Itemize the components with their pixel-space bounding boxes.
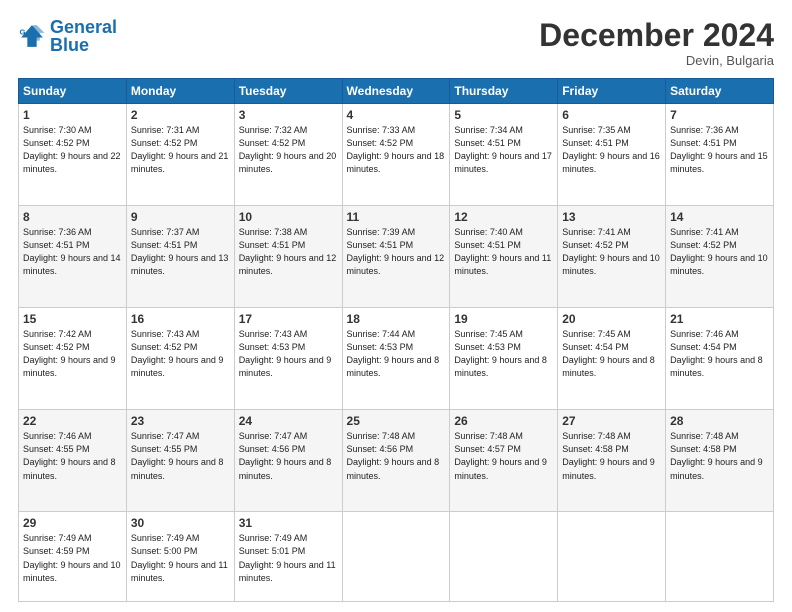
day-cell-31: 31 Sunrise: 7:49 AMSunset: 5:01 PMDaylig… [234,512,342,602]
general-blue-logo-icon: G [18,22,46,50]
day-cell-26: 26 Sunrise: 7:48 AMSunset: 4:57 PMDaylig… [450,410,558,512]
col-thursday: Thursday [450,79,558,104]
col-saturday: Saturday [666,79,774,104]
day-cell-23: 23 Sunrise: 7:47 AMSunset: 4:55 PMDaylig… [126,410,234,512]
col-tuesday: Tuesday [234,79,342,104]
day-cell-12: 12 Sunrise: 7:40 AMSunset: 4:51 PMDaylig… [450,206,558,308]
day-cell-18: 18 Sunrise: 7:44 AMSunset: 4:53 PMDaylig… [342,308,450,410]
empty-cell-1 [342,512,450,602]
day-cell-30: 30 Sunrise: 7:49 AMSunset: 5:00 PMDaylig… [126,512,234,602]
header: G General Blue December 2024 Devin, Bulg… [18,18,774,68]
day-cell-28: 28 Sunrise: 7:48 AMSunset: 4:58 PMDaylig… [666,410,774,512]
empty-cell-2 [450,512,558,602]
logo-general: General [50,17,117,37]
col-wednesday: Wednesday [342,79,450,104]
day-cell-14: 14 Sunrise: 7:41 AMSunset: 4:52 PMDaylig… [666,206,774,308]
week-row-1: 1 Sunrise: 7:30 AMSunset: 4:52 PMDayligh… [19,104,774,206]
col-sunday: Sunday [19,79,127,104]
week-row-2: 8 Sunrise: 7:36 AMSunset: 4:51 PMDayligh… [19,206,774,308]
week-row-5: 29 Sunrise: 7:49 AMSunset: 4:59 PMDaylig… [19,512,774,602]
day-cell-7: 7 Sunrise: 7:36 AMSunset: 4:51 PMDayligh… [666,104,774,206]
page: G General Blue December 2024 Devin, Bulg… [0,0,792,612]
empty-cell-4 [666,512,774,602]
day-cell-13: 13 Sunrise: 7:41 AMSunset: 4:52 PMDaylig… [558,206,666,308]
col-friday: Friday [558,79,666,104]
title-block: December 2024 Devin, Bulgaria [539,18,774,68]
day-cell-3: 3 Sunrise: 7:32 AMSunset: 4:52 PMDayligh… [234,104,342,206]
day-cell-8: 8 Sunrise: 7:36 AMSunset: 4:51 PMDayligh… [19,206,127,308]
day-cell-25: 25 Sunrise: 7:48 AMSunset: 4:56 PMDaylig… [342,410,450,512]
day-cell-21: 21 Sunrise: 7:46 AMSunset: 4:54 PMDaylig… [666,308,774,410]
logo: G General Blue [18,18,117,54]
calendar-table: Sunday Monday Tuesday Wednesday Thursday… [18,78,774,602]
week-row-3: 15 Sunrise: 7:42 AMSunset: 4:52 PMDaylig… [19,308,774,410]
day-cell-22: 22 Sunrise: 7:46 AMSunset: 4:55 PMDaylig… [19,410,127,512]
empty-cell-3 [558,512,666,602]
day-cell-9: 9 Sunrise: 7:37 AMSunset: 4:51 PMDayligh… [126,206,234,308]
day-cell-5: 5 Sunrise: 7:34 AMSunset: 4:51 PMDayligh… [450,104,558,206]
day-cell-15: 15 Sunrise: 7:42 AMSunset: 4:52 PMDaylig… [19,308,127,410]
day-cell-27: 27 Sunrise: 7:48 AMSunset: 4:58 PMDaylig… [558,410,666,512]
day-cell-6: 6 Sunrise: 7:35 AMSunset: 4:51 PMDayligh… [558,104,666,206]
svg-text:G: G [20,27,26,36]
day-cell-17: 17 Sunrise: 7:43 AMSunset: 4:53 PMDaylig… [234,308,342,410]
logo-blue: Blue [50,35,89,55]
week-row-4: 22 Sunrise: 7:46 AMSunset: 4:55 PMDaylig… [19,410,774,512]
day-cell-16: 16 Sunrise: 7:43 AMSunset: 4:52 PMDaylig… [126,308,234,410]
logo-text: General Blue [50,18,117,54]
col-monday: Monday [126,79,234,104]
day-cell-10: 10 Sunrise: 7:38 AMSunset: 4:51 PMDaylig… [234,206,342,308]
day-cell-29: 29 Sunrise: 7:49 AMSunset: 4:59 PMDaylig… [19,512,127,602]
month-title: December 2024 [539,18,774,53]
location: Devin, Bulgaria [539,53,774,68]
day-cell-4: 4 Sunrise: 7:33 AMSunset: 4:52 PMDayligh… [342,104,450,206]
day-cell-24: 24 Sunrise: 7:47 AMSunset: 4:56 PMDaylig… [234,410,342,512]
day-cell-20: 20 Sunrise: 7:45 AMSunset: 4:54 PMDaylig… [558,308,666,410]
day-cell-19: 19 Sunrise: 7:45 AMSunset: 4:53 PMDaylig… [450,308,558,410]
day-cell-2: 2 Sunrise: 7:31 AMSunset: 4:52 PMDayligh… [126,104,234,206]
calendar-header-row: Sunday Monday Tuesday Wednesday Thursday… [19,79,774,104]
day-cell-1: 1 Sunrise: 7:30 AMSunset: 4:52 PMDayligh… [19,104,127,206]
day-cell-11: 11 Sunrise: 7:39 AMSunset: 4:51 PMDaylig… [342,206,450,308]
